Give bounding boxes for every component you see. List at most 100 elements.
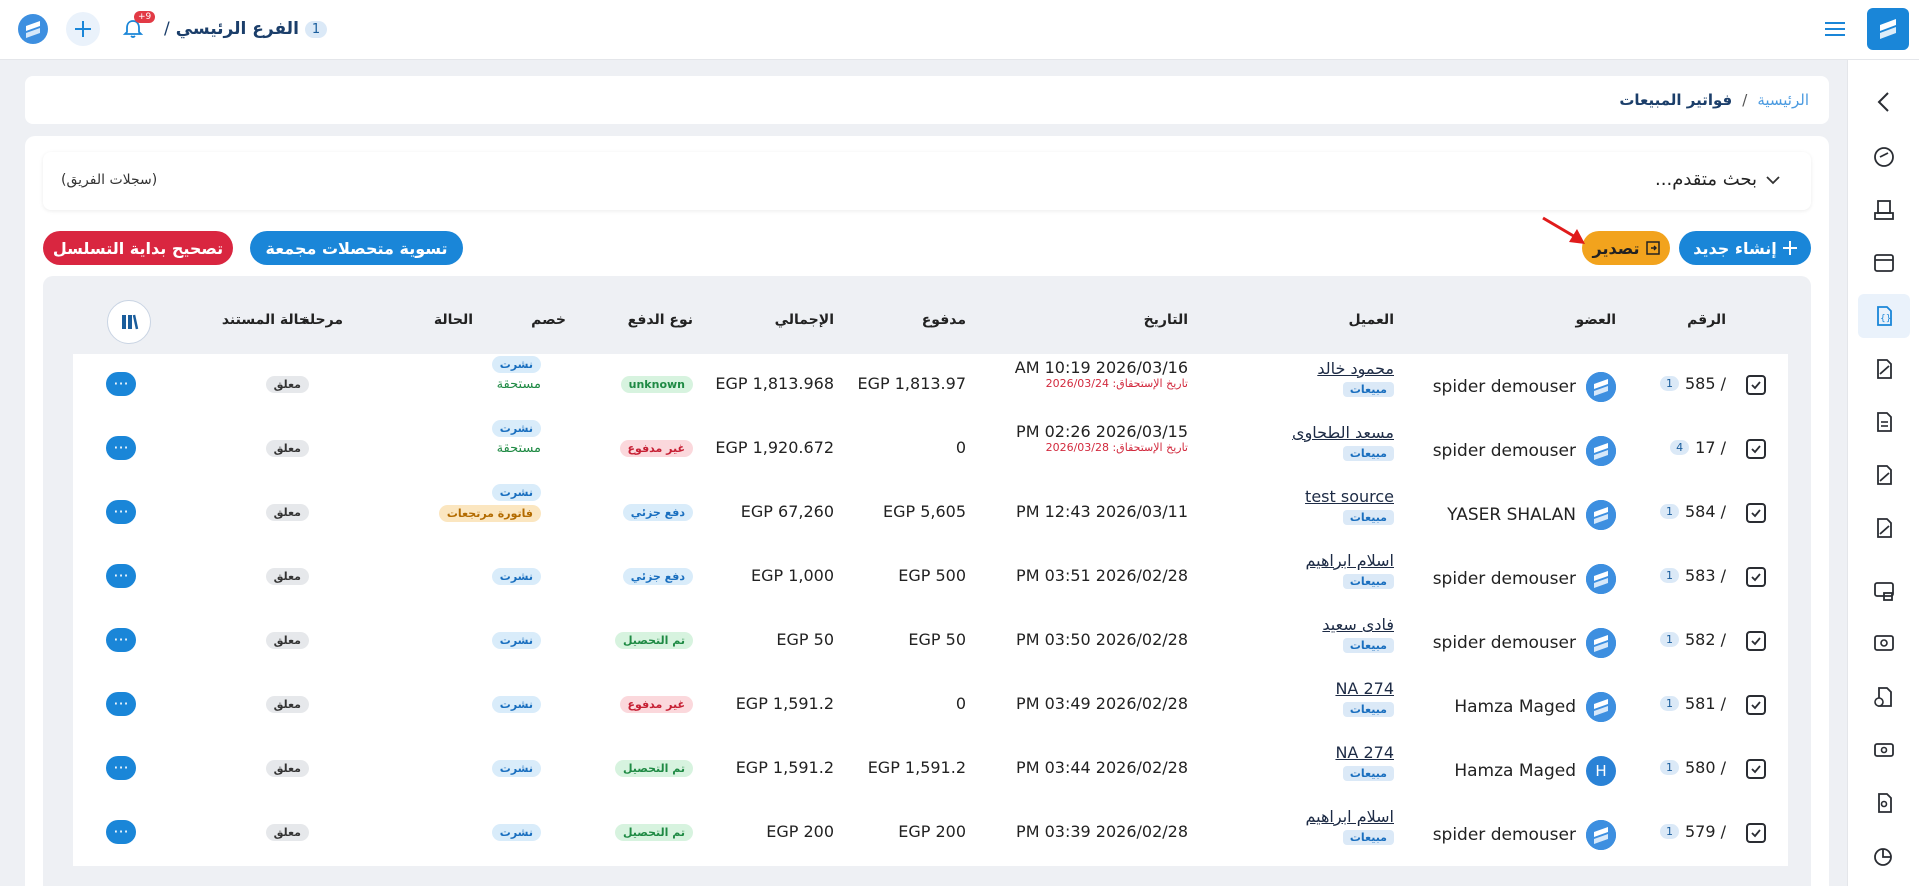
row-checkbox[interactable]	[1746, 503, 1766, 523]
table-row[interactable]: 1 582 / spider demouser فادى سعيد مبيعات…	[73, 610, 1788, 674]
sidebar-register-icon[interactable]	[1858, 241, 1910, 285]
sidebar-add-document-icon[interactable]	[1858, 675, 1910, 719]
row-actions-button[interactable]: ···	[106, 820, 136, 844]
table-row[interactable]: 1 581 / Hamza Maged NA 274 مبيعات PM 03:…	[73, 674, 1788, 738]
customer-link[interactable]: NA 274	[1335, 743, 1394, 762]
sidebar-sales-invoices-icon[interactable]: {}	[1858, 294, 1910, 338]
invoice-number[interactable]: 4 17 /	[1670, 438, 1726, 457]
sidebar-cash-icon[interactable]	[1858, 622, 1910, 666]
date-cell: AM 10:19 2026/03/16 تاريخ الإستحقاق: 202…	[1015, 358, 1188, 390]
invoice-number[interactable]: 1 580 /	[1659, 758, 1726, 777]
table-row[interactable]: 1 585 / spider demouser محمود خالد مبيعا…	[73, 354, 1788, 418]
payment-type-badge: unknown	[620, 376, 693, 393]
invoice-number[interactable]: 1 582 /	[1659, 630, 1726, 649]
customer-cell: اسلام ابراهيم مبيعات	[1306, 807, 1394, 845]
row-actions-button[interactable]: ···	[106, 628, 136, 652]
customer-cell: NA 274 مبيعات	[1335, 679, 1394, 717]
table-row[interactable]: 1 579 / spider demouser اسلام ابراهيم مب…	[73, 802, 1788, 866]
sidebar-collapse-chevron-icon[interactable]	[1858, 80, 1910, 124]
bulk-settlement-button[interactable]: تسوية متحصلات مجمعة	[250, 231, 463, 265]
document-state-badge: معلق	[265, 376, 309, 393]
row-actions-button[interactable]: ···	[106, 372, 136, 396]
payment-type-badge: غير مدفوع	[619, 696, 693, 713]
state-due: مستحقة	[496, 377, 541, 392]
state-published-badge: نشرت	[491, 632, 541, 649]
fix-sequence-button[interactable]: تصحيح بداية التسلسل	[43, 231, 233, 265]
row-checkbox[interactable]	[1746, 439, 1766, 459]
sidebar-client-icon[interactable]	[1858, 781, 1910, 825]
state-return-badge: فاتورة مرتجعات	[438, 505, 541, 522]
invoice-number-text: 583 /	[1684, 566, 1726, 585]
customer-link[interactable]: test source	[1305, 487, 1394, 506]
sidebar-credit-notes-icon[interactable]	[1858, 453, 1910, 497]
invoice-date: PM 12:43 2026/03/11	[1016, 502, 1188, 521]
advanced-search-toggle[interactable]: بحث متقدم...	[1655, 169, 1781, 190]
customer-link[interactable]: فادى سعيد	[1322, 615, 1394, 634]
menu-icon[interactable]	[1823, 17, 1847, 41]
add-button[interactable]	[66, 12, 100, 46]
sidebar-returns-icon[interactable]	[1858, 347, 1910, 391]
header-paytype: نوع الدفع	[627, 312, 693, 328]
paid-amount: EGP 1,813.97	[857, 374, 967, 393]
header-customer: العميل	[1348, 312, 1394, 328]
advanced-search-panel[interactable]: بحث متقدم... (سجلات الفريق)	[43, 152, 1811, 210]
row-checkbox[interactable]	[1746, 823, 1766, 843]
sidebar-dashboard-icon[interactable]	[1858, 135, 1910, 179]
member-name: Hamza Maged	[1454, 697, 1576, 717]
sales-tag: مبيعات	[1342, 638, 1394, 653]
state-published-badge: نشرت	[491, 420, 541, 437]
export-button[interactable]: تصدير	[1582, 231, 1670, 265]
sidebar-documents-icon[interactable]	[1858, 400, 1910, 444]
total-amount: EGP 50	[776, 630, 834, 649]
member-name: spider demouser	[1432, 569, 1576, 589]
table-row[interactable]: 1 584 / YASER SHALAN test source مبيعات …	[73, 482, 1788, 546]
customer-link[interactable]: محمود خالد	[1317, 359, 1394, 378]
sales-tag: مبيعات	[1342, 766, 1394, 781]
table-row[interactable]: 4 17 / spider demouser مسعد الطحاوى مبيع…	[73, 418, 1788, 482]
payment-type-badge: غير مدفوع	[619, 440, 693, 457]
number-badge: 1	[1659, 696, 1679, 711]
table-row[interactable]: 1 580 / H Hamza Maged NA 274 مبيعات PM 0…	[73, 738, 1788, 802]
branch-selector[interactable]: 1 الفرع الرئيسي /	[164, 13, 328, 45]
invoice-number-text: 584 /	[1684, 502, 1726, 521]
sidebar-money-icon[interactable]	[1858, 728, 1910, 772]
header-number: الرقم	[1687, 312, 1726, 328]
invoice-number[interactable]: 1 584 /	[1659, 502, 1726, 521]
invoice-number-text: 581 /	[1684, 694, 1726, 713]
invoice-number[interactable]: 1 581 /	[1659, 694, 1726, 713]
table-row[interactable]: 1 583 / spider demouser اسلام ابراهيم مب…	[73, 546, 1788, 610]
row-checkbox[interactable]	[1746, 759, 1766, 779]
create-new-button[interactable]: إنشاء جديد	[1679, 231, 1811, 265]
sidebar-pos-icon[interactable]	[1858, 188, 1910, 232]
paid-amount: EGP 5,605	[882, 502, 966, 521]
date-cell: PM 03:51 2026/02/28	[1016, 566, 1188, 585]
row-actions-button[interactable]: ···	[106, 436, 136, 460]
row-actions-button[interactable]: ···	[106, 692, 136, 716]
date-cell: PM 12:43 2026/03/11	[1016, 502, 1188, 521]
row-checkbox[interactable]	[1746, 631, 1766, 651]
row-actions-button[interactable]: ···	[106, 564, 136, 588]
row-checkbox[interactable]	[1746, 567, 1766, 587]
row-checkbox[interactable]	[1746, 375, 1766, 395]
export-icon	[1645, 241, 1660, 255]
invoice-number[interactable]: 1 579 /	[1659, 822, 1726, 841]
sidebar-payments-icon[interactable]	[1858, 569, 1910, 613]
invoice-number[interactable]: 1 583 /	[1659, 566, 1726, 585]
sidebar-reports-icon[interactable]	[1858, 834, 1910, 878]
payment-type-badge: تم التحصيل	[614, 760, 693, 777]
user-avatar[interactable]	[16, 12, 50, 46]
row-checkbox[interactable]	[1746, 695, 1766, 715]
sales-tag: مبيعات	[1342, 830, 1394, 845]
row-actions-button[interactable]: ···	[106, 500, 136, 524]
customer-link[interactable]: اسلام ابراهيم	[1306, 807, 1394, 826]
customer-link[interactable]: اسلام ابراهيم	[1306, 551, 1394, 570]
customer-link[interactable]: NA 274	[1335, 679, 1394, 698]
breadcrumb-home-link[interactable]: الرئيسية	[1757, 91, 1809, 109]
table-header: الرقم العضو العميل التاريخ مدفوع الإجمال…	[73, 306, 1788, 342]
sidebar-debit-notes-icon[interactable]	[1858, 506, 1910, 550]
member-avatar	[1586, 628, 1616, 658]
brand-logo[interactable]	[1867, 8, 1909, 50]
invoice-number[interactable]: 1 585 /	[1659, 374, 1726, 393]
row-actions-button[interactable]: ···	[106, 756, 136, 780]
customer-link[interactable]: مسعد الطحاوى	[1292, 423, 1394, 442]
